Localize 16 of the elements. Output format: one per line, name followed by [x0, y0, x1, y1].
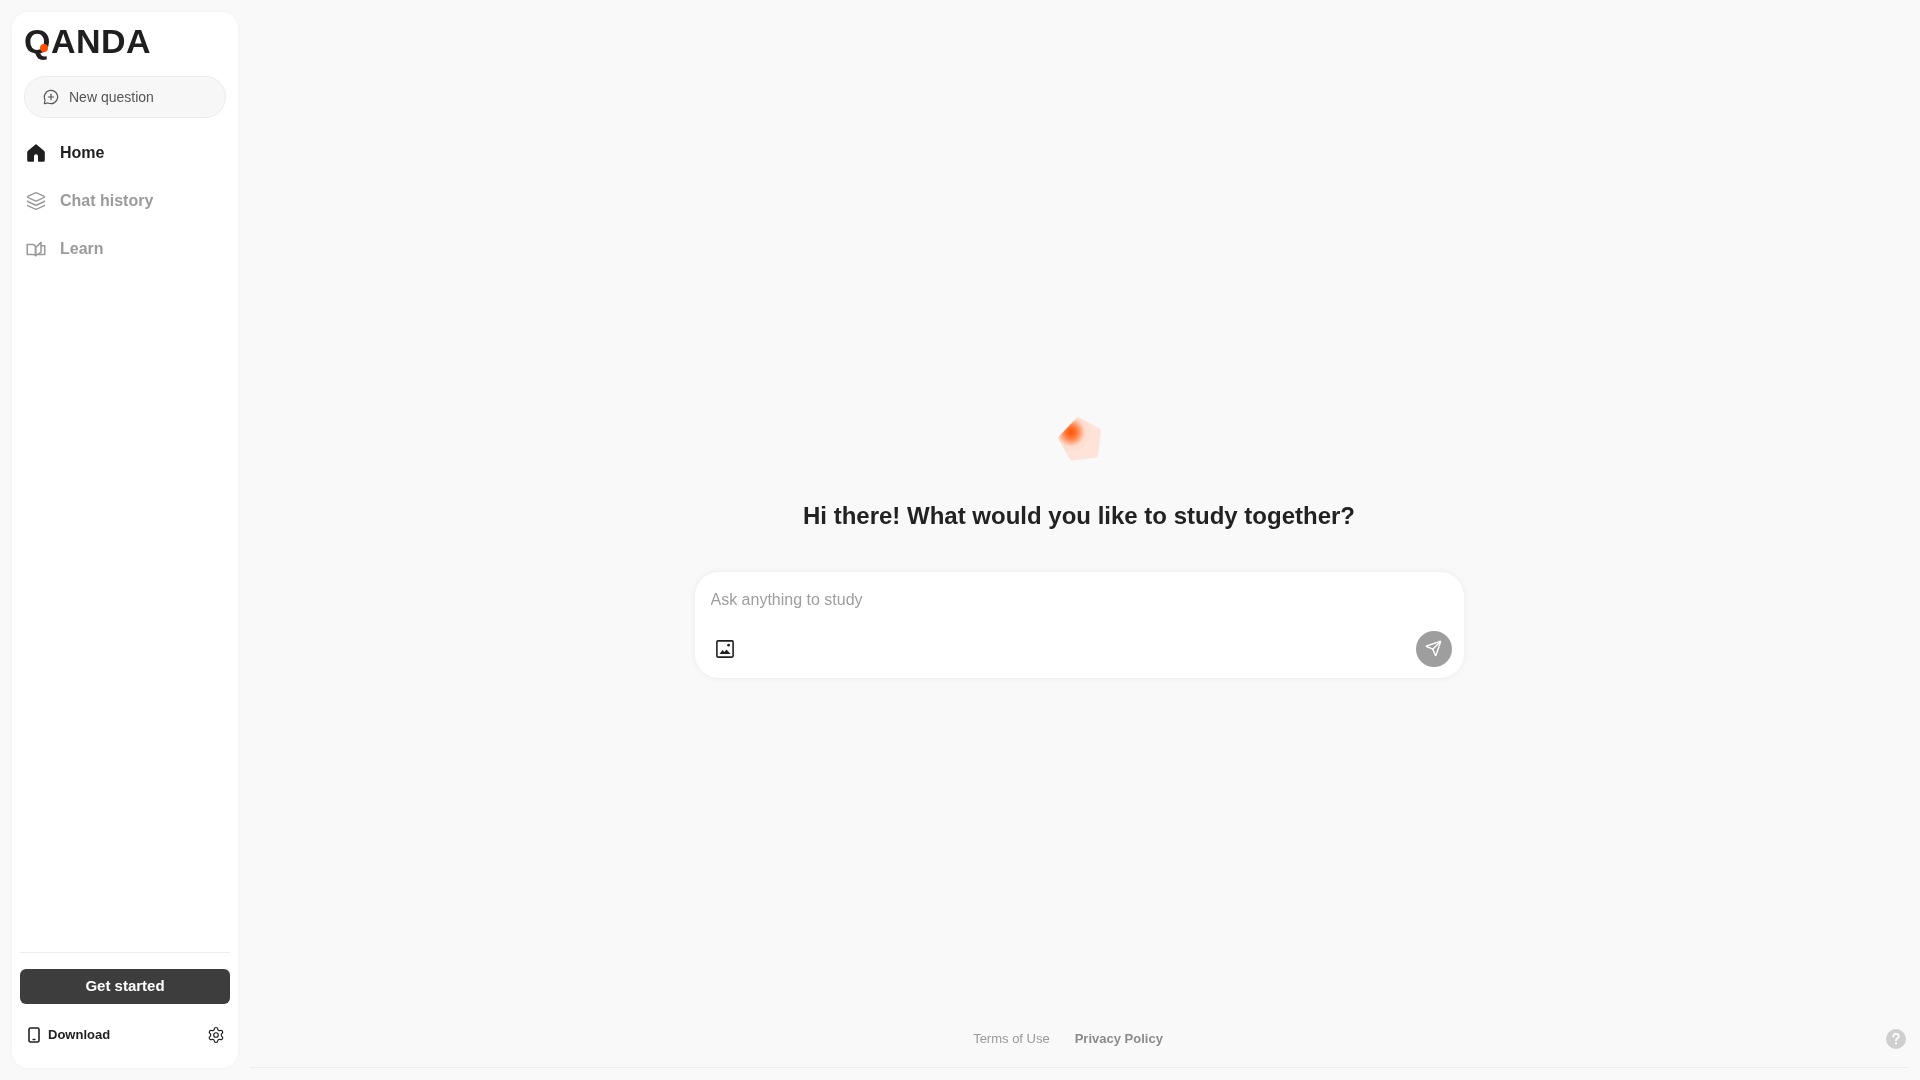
chat-plus-icon	[43, 89, 59, 105]
image-icon	[715, 639, 734, 658]
book-icon	[26, 239, 46, 259]
new-question-button[interactable]: New question	[24, 76, 226, 118]
get-started-button[interactable]: Get started	[20, 969, 230, 1004]
layers-icon	[26, 191, 46, 211]
greeting-heading: Hi there! What would you like to study together?	[803, 500, 1355, 531]
nav-item[interactable]: Home	[24, 129, 226, 177]
logo: QANDA	[24, 24, 152, 58]
phone-icon	[28, 1027, 40, 1043]
pentagon-logo-icon	[1056, 415, 1102, 461]
download-link[interactable]: Download	[28, 1025, 111, 1045]
settings-icon[interactable]	[207, 1026, 225, 1044]
question-input[interactable]: Ask anything to study	[706, 587, 1452, 612]
home-icon	[26, 143, 46, 163]
send-icon	[1425, 640, 1442, 657]
